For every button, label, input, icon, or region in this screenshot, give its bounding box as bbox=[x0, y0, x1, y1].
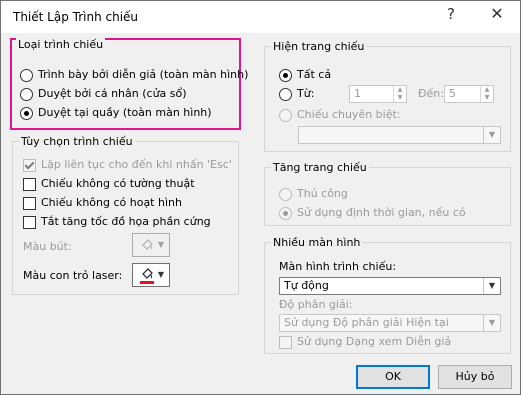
advance-slides-label: Tăng trang chiếu bbox=[271, 161, 369, 174]
paint-bucket-icon bbox=[140, 268, 154, 284]
slide-show-monitor-select[interactable]: Tự động ▼ bbox=[279, 277, 501, 295]
checkbox-icon[interactable] bbox=[279, 336, 292, 349]
chevron-down-icon: ▼ bbox=[483, 278, 500, 294]
chevron-down-icon: ▼ bbox=[157, 240, 164, 249]
checkbox-icon[interactable] bbox=[23, 178, 36, 191]
radio-icon[interactable] bbox=[279, 207, 292, 220]
show-type-label: Loại trình chiếu bbox=[16, 38, 106, 51]
radio-icon[interactable] bbox=[279, 109, 292, 122]
radio-icon[interactable] bbox=[279, 188, 292, 201]
spinner-arrows-icon[interactable]: ▲ ▼ bbox=[393, 86, 406, 102]
checkbox-icon[interactable] bbox=[23, 159, 36, 172]
checkbox-icon[interactable] bbox=[23, 216, 36, 229]
show-slides-label: Hiện trang chiếu bbox=[271, 40, 367, 53]
title-bar: Thiết Lập Trình chiếu ? ✕ bbox=[1, 1, 520, 33]
chevron-down-icon: ▼ bbox=[483, 127, 500, 143]
from-slide-spinner[interactable]: 1 ▲ ▼ bbox=[349, 85, 407, 103]
laser-color-button[interactable]: ▼ bbox=[132, 263, 170, 287]
show-slides-group: Hiện trang chiếu Tất cả Từ: 1 ▲ ▼ Đến: 5 … bbox=[264, 40, 511, 152]
radio-icon[interactable] bbox=[20, 69, 33, 82]
pen-color-button[interactable]: ▼ bbox=[132, 233, 170, 257]
custom-show-select[interactable]: ▼ bbox=[298, 126, 501, 144]
laser-color-label: Màu con trỏ laser: bbox=[23, 269, 123, 282]
cancel-button[interactable]: Hủy bỏ bbox=[438, 365, 512, 389]
help-button[interactable]: ? bbox=[433, 1, 469, 29]
radio-icon[interactable] bbox=[279, 88, 292, 101]
show-options-label: Tùy chọn trình chiếu bbox=[19, 135, 135, 148]
advance-slides-group: Tăng trang chiếu Thủ công Sử dụng định t… bbox=[264, 161, 511, 226]
chevron-down-icon: ▼ bbox=[483, 315, 500, 331]
paint-bucket-icon bbox=[142, 239, 153, 250]
chevron-down-icon: ▼ bbox=[157, 270, 164, 279]
close-button[interactable]: ✕ bbox=[479, 1, 515, 29]
resolution-select[interactable]: Sử dụng Độ phân giải Hiện tại ▼ bbox=[279, 314, 501, 332]
checkbox-icon[interactable] bbox=[23, 197, 36, 210]
ok-button[interactable]: OK bbox=[356, 365, 430, 389]
show-options-group: Tùy chọn trình chiếu Lặp liên tục cho đế… bbox=[12, 135, 239, 295]
laser-color-swatch bbox=[140, 281, 154, 284]
radio-icon[interactable] bbox=[20, 107, 33, 120]
slide-show-setup-dialog: Thiết Lập Trình chiếu ? ✕ Loại trình chi… bbox=[0, 0, 521, 395]
multiple-monitors-label: Nhiều màn hình bbox=[271, 236, 363, 249]
spinner-arrows-icon[interactable]: ▲ ▼ bbox=[480, 86, 493, 102]
to-slide-label: Đến: bbox=[418, 87, 444, 100]
to-slide-spinner[interactable]: 5 ▲ ▼ bbox=[444, 85, 494, 103]
pen-color-label: Màu bút: bbox=[23, 240, 72, 253]
dialog-title: Thiết Lập Trình chiếu bbox=[13, 10, 139, 24]
multiple-monitors-group: Nhiều màn hình Màn hình trình chiếu: Tự … bbox=[264, 236, 511, 354]
resolution-label: Độ phân giải: bbox=[279, 298, 353, 311]
show-type-group: Loại trình chiếu Trình bày bởi diễn giả … bbox=[10, 38, 248, 130]
slide-show-monitor-label: Màn hình trình chiếu: bbox=[279, 260, 397, 273]
radio-icon[interactable] bbox=[20, 88, 33, 101]
radio-icon[interactable] bbox=[279, 69, 292, 82]
